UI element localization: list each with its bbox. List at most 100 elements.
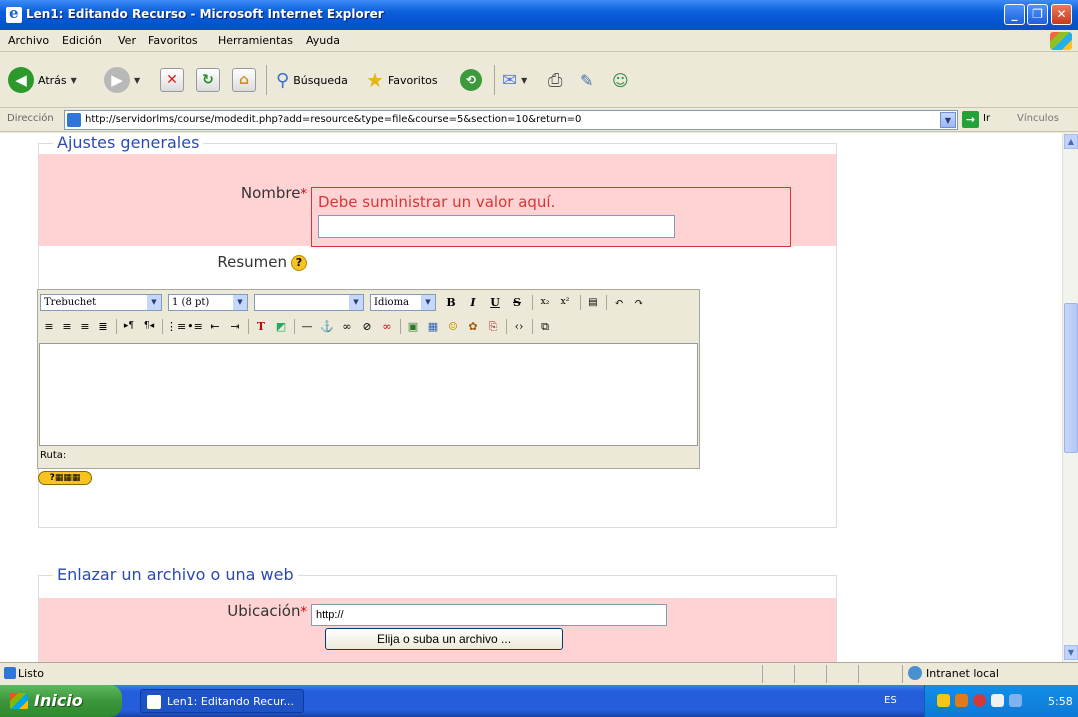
volume-icon[interactable] [1009,694,1022,707]
format-select[interactable]: ▼ [254,294,364,311]
toolbar: ◀ Atrás ▼ ▶ ▼ ✕ ↻ ⌂ ⚲ Búsqueda ★ Favorit… [0,53,1078,108]
antivirus-icon[interactable] [973,694,986,707]
html-source-icon[interactable]: ‹› [510,318,528,335]
editor-divider [294,319,295,334]
html-editor: Trebuchet ▼ 1 (8 pt) ▼ ▼ Idioma ▼ B I U [37,289,700,469]
minimize-button[interactable]: _ [1004,4,1025,25]
chevron-down-icon: ▼ [349,295,363,310]
justify-icon[interactable]: ≣ [94,318,112,335]
scroll-down-icon[interactable]: ▼ [1064,645,1078,660]
smiley-icon[interactable]: ☺ [444,318,462,335]
go-button[interactable]: Ir [983,113,990,124]
name-input[interactable] [318,215,675,238]
required-mark: * [300,605,308,620]
home-button[interactable]: ⌂ [232,65,256,95]
language-select[interactable]: Idioma ▼ [370,294,436,311]
link-icon[interactable]: ∞ [338,318,356,335]
rtl-icon[interactable]: ¶◂ [140,318,158,335]
horizontal-rule-icon[interactable]: — [298,318,316,335]
close-button[interactable]: ✕ [1051,4,1072,25]
menu-ver[interactable]: Ver [118,34,136,47]
security-shield-icon[interactable] [937,694,950,707]
maximize-button[interactable]: ❐ [1027,4,1048,25]
taskbar-ie-window[interactable]: Len1: Editando Recur... [140,689,304,713]
choose-file-button[interactable]: Elija o suba un archivo ... [325,628,563,650]
scroll-thumb[interactable] [1064,303,1078,453]
messenger-icon: ☺ [612,70,629,90]
mail-button[interactable]: ✉ ▼ [502,65,527,95]
align-right-icon[interactable]: ≡ [76,318,94,335]
font-select[interactable]: Trebuchet ▼ [40,294,162,311]
clean-word-icon[interactable]: ▤ [584,294,602,311]
unlink-icon[interactable]: ⊘ [358,318,376,335]
menu-ayuda[interactable]: Ayuda [306,34,340,47]
messenger-button[interactable]: ☺ [612,65,629,95]
editor-divider [532,295,533,310]
location-row: Ubicación* Elija o suba un archivo ... [39,598,836,662]
insert-image-icon[interactable]: ▣ [404,318,422,335]
underline-icon[interactable]: U [486,294,504,311]
search-button[interactable]: ⚲ Búsqueda [276,65,348,95]
status-divider [858,665,859,683]
language-indicator[interactable]: ES [884,695,897,706]
go-arrow-icon[interactable]: → [962,111,979,128]
back-button[interactable]: ◀ Atrás ▼ [8,65,77,95]
scroll-up-icon[interactable]: ▲ [1064,134,1078,149]
outdent-icon[interactable]: ⇤ [206,318,224,335]
nolink-icon[interactable]: ∞ [378,318,396,335]
indent-icon[interactable]: ⇥ [226,318,244,335]
strikethrough-icon[interactable]: S [508,294,526,311]
menu-favoritos[interactable]: Favoritos [148,34,198,47]
bold-icon[interactable]: B [442,294,460,311]
stop-button[interactable]: ✕ [160,65,184,95]
links-button[interactable]: Vínculos [1017,113,1059,124]
vertical-scrollbar[interactable]: ▲ ▼ [1062,133,1078,662]
italic-icon[interactable]: I [464,294,482,311]
stop-icon: ✕ [160,68,184,92]
editor-text-area[interactable] [39,343,698,446]
help-icon[interactable]: ? [291,254,307,271]
ordered-list-icon[interactable]: ⋮≡ [166,318,186,335]
align-left-icon[interactable]: ≡ [40,318,58,335]
anchor-icon[interactable]: ⚓ [318,318,336,335]
search-replace-icon[interactable]: ⎘ [484,318,502,335]
favorites-button[interactable]: ★ Favoritos [366,65,438,95]
size-select[interactable]: 1 (8 pt) ▼ [168,294,248,311]
insert-table-icon[interactable]: ▦ [424,318,442,335]
history-button[interactable]: ⟲ [460,65,482,95]
name-label: Nombre [240,184,301,202]
ltr-icon[interactable]: ▸¶ [120,318,138,335]
redo-icon[interactable]: ↷ [630,294,648,311]
background-color-icon[interactable]: ◩ [272,318,290,335]
text-color-icon[interactable]: T [252,318,270,335]
menu-edicion[interactable]: Edición [62,34,102,47]
editor-divider [580,295,581,310]
editor-divider [248,319,249,334]
fullscreen-icon[interactable]: ⧉ [536,318,554,335]
page-status-icon [4,667,16,679]
location-input[interactable] [311,604,667,626]
network-icon[interactable] [955,694,968,707]
start-button[interactable]: Inicio [0,685,122,717]
name-error-box: Debe suministrar un valor aquí. [311,187,791,247]
editor-toolbar-row-2: ≡ ≡ ≡ ≣ ▸¶ ¶◂ ⋮≡ •≡ ⇤ ⇥ T ◩ — ⚓ ∞ ⊘ ∞ ▣ … [38,314,699,338]
menu-herramientas[interactable]: Herramientas [218,34,293,47]
align-center-icon[interactable]: ≡ [58,318,76,335]
superscript-icon[interactable]: x² [556,294,574,311]
menu-archivo[interactable]: Archivo [8,34,49,47]
undo-icon[interactable]: ↶ [610,294,628,311]
keyboard-help-icon[interactable]: ?▦▦▦ [38,471,92,485]
chevron-down-icon: ▼ [147,295,161,310]
edit-button[interactable]: ✎ [580,65,593,95]
address-input[interactable]: http://servidorlms/course/modedit.php?ad… [64,110,958,130]
cloud-icon[interactable] [991,694,1004,707]
print-button[interactable]: ⎙ [548,65,562,95]
subscript-icon[interactable]: x₂ [536,294,554,311]
summary-label: Resumen [217,253,287,271]
unordered-list-icon[interactable]: •≡ [186,318,204,335]
search-icon: ⚲ [276,69,290,91]
address-dropdown-icon[interactable]: ▼ [940,112,956,128]
forward-button[interactable]: ▶ ▼ [104,65,140,95]
special-char-icon[interactable]: ✿ [464,318,482,335]
refresh-button[interactable]: ↻ [196,65,220,95]
